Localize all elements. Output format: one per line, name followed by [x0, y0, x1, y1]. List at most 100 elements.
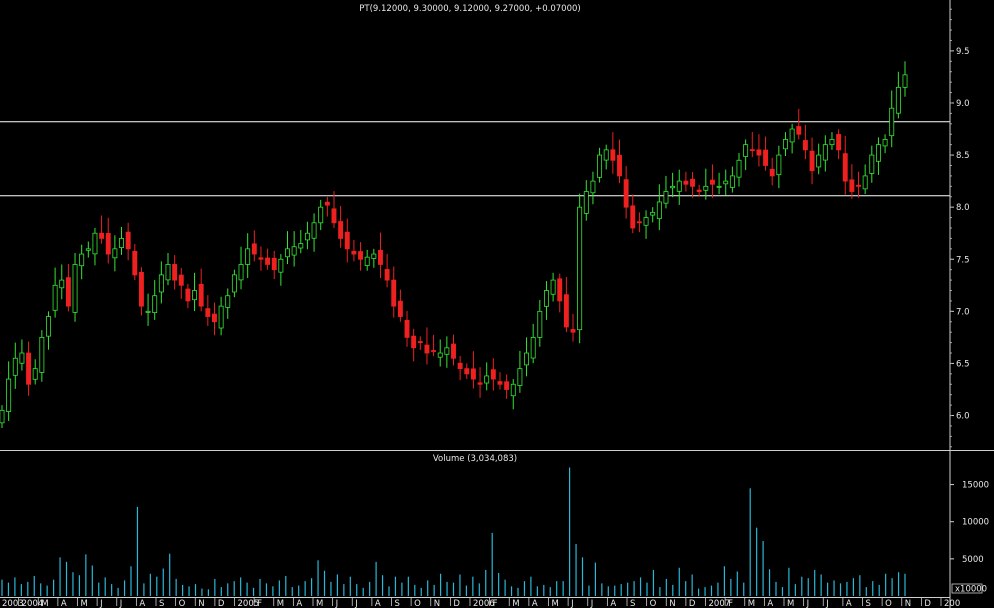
time-tick-label: N: [434, 599, 440, 608]
candle-body: [85, 248, 91, 251]
candle-body: [32, 368, 38, 380]
candle-body: [238, 264, 244, 281]
volume-tick-label: 15000: [962, 481, 989, 491]
candle-body: [577, 206, 583, 331]
candle-body: [178, 274, 184, 286]
candle-body: [198, 283, 204, 307]
price-tick-label: 6.0: [956, 412, 970, 422]
candle-body: [477, 382, 483, 385]
price-tick-label: 9.5: [956, 47, 970, 57]
time-tick-label: J: [335, 599, 339, 608]
time-tick-label: 2003: [2, 599, 24, 608]
candle-body: [39, 336, 45, 373]
candle-body: [6, 378, 12, 412]
time-tick-label: D: [924, 599, 931, 608]
time-tick-label: A: [532, 599, 538, 608]
candle-body: [145, 310, 151, 313]
candle-body: [743, 144, 749, 157]
time-tick-label: J: [354, 599, 358, 608]
time-tick-label: M: [787, 599, 794, 608]
candle-body: [251, 243, 257, 255]
volume-tick-label: 5000: [962, 555, 984, 565]
candle-body: [862, 175, 868, 190]
candle-body: [703, 185, 709, 191]
candle-body: [205, 308, 211, 317]
time-tick-label: F: [728, 599, 733, 608]
candle-body: [530, 336, 536, 359]
volume-title: Volume (3,034,083): [433, 454, 517, 464]
time-tick-label: A: [61, 599, 67, 608]
time-tick-label: 200: [944, 599, 960, 608]
candle-body: [729, 175, 735, 188]
candle-body: [510, 383, 516, 397]
candle-body: [79, 253, 85, 267]
candle-body: [590, 180, 596, 194]
candle-body: [543, 290, 549, 307]
candle-body: [52, 284, 58, 311]
candle-body: [138, 271, 144, 307]
time-tick-label: M: [748, 599, 755, 608]
candle-body: [583, 191, 589, 214]
time-tick-label: N: [905, 599, 911, 608]
candle-body: [304, 232, 310, 241]
price-tick-label: 8.0: [956, 203, 970, 213]
candle-body: [650, 211, 656, 216]
time-tick-label: N: [198, 599, 204, 608]
time-tick-label: S: [630, 599, 635, 608]
candle-body: [72, 264, 78, 313]
candle-body: [192, 290, 198, 301]
candle-body: [371, 253, 377, 259]
time-tick-label: A: [610, 599, 616, 608]
candle-body: [683, 180, 689, 185]
candle-body: [557, 278, 563, 302]
candle-body: [271, 257, 277, 271]
candle-body: [46, 316, 51, 337]
candle-body: [603, 149, 609, 161]
candle-body: [696, 189, 702, 192]
candle-body: [709, 179, 715, 185]
candle-body: [597, 154, 603, 178]
candle-body: [636, 221, 642, 224]
time-tick-label: D: [453, 599, 460, 608]
candle-body: [152, 295, 158, 313]
candle-body: [670, 185, 676, 189]
candle-body: [676, 180, 682, 192]
candle-body: [849, 179, 855, 192]
time-tick-label: 2007: [709, 599, 731, 608]
candle-body: [165, 264, 171, 281]
candle-body: [437, 352, 443, 358]
candle-body: [783, 139, 788, 150]
candle-body: [417, 341, 423, 344]
candle-body: [517, 368, 523, 386]
candle-body: [225, 295, 231, 308]
candle-body: [749, 149, 755, 152]
time-tick-label: M: [316, 599, 323, 608]
candle-body: [563, 294, 569, 328]
candle-body: [132, 250, 138, 276]
candle-body: [623, 179, 629, 208]
candle-body: [802, 140, 808, 151]
time-tick-label: J: [99, 599, 103, 608]
time-tick-label: S: [159, 599, 164, 608]
candle-body: [451, 343, 456, 359]
stock-chart: PT(9.12000, 9.30000, 9.12000, 9.27000, +…: [0, 0, 994, 608]
candle-body: [617, 154, 622, 177]
candle-body: [245, 248, 251, 265]
candle-body: [457, 362, 463, 370]
time-tick-label: 2004: [22, 599, 44, 608]
candle-body: [610, 149, 616, 161]
time-tick-label: D: [689, 599, 696, 608]
candle-body: [882, 139, 888, 147]
candle-body: [378, 249, 383, 265]
price-tick-label: 7.5: [956, 255, 970, 265]
candle-body: [484, 375, 490, 384]
time-tick-label: J: [119, 599, 123, 608]
candle-body: [338, 221, 344, 239]
candle-body: [444, 347, 450, 355]
candle-body: [816, 154, 822, 168]
candle-body: [291, 246, 297, 256]
candle-body: [218, 305, 224, 329]
candle-body: [384, 269, 390, 281]
candle-body: [358, 251, 364, 260]
time-tick-label: A: [846, 599, 852, 608]
